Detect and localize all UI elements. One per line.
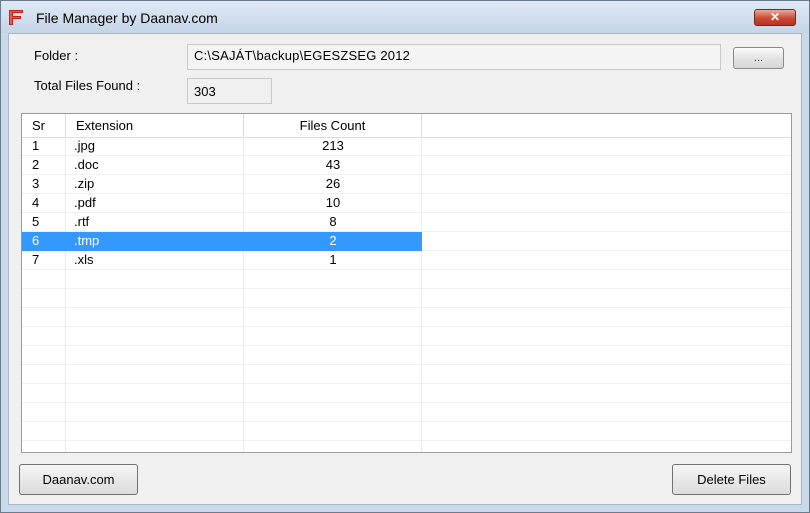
row-extension: .jpg	[74, 138, 95, 153]
row-sr: 3	[32, 176, 40, 191]
main-panel: Folder : C:\SAJÁT\backup\EGESZSEG 2012 .…	[8, 33, 802, 505]
list-header: Sr Extension Files Count	[22, 114, 791, 138]
grid-row-line	[22, 308, 791, 327]
app-window: File Manager by Daanav.com ✕ Folder : C:…	[0, 0, 810, 513]
row-files-count: 2	[329, 233, 337, 248]
grid-row-line	[22, 327, 791, 346]
column-header-empty	[422, 114, 791, 137]
browse-button[interactable]: ...	[733, 47, 784, 69]
grid-row-line	[22, 422, 791, 441]
grid-row-line	[22, 346, 791, 365]
row-extension: .tmp	[74, 233, 100, 248]
grid-row-line	[22, 441, 791, 452]
table-row[interactable]: 6 .tmp 2	[22, 232, 422, 251]
table-row[interactable]: 3 .zip 26	[22, 175, 422, 194]
list-rows: 1 .jpg 213 2 .doc 43 3 .zip 26 4 .pdf 10 5 .rtf 8 6 .tmp…	[22, 137, 422, 270]
total-files-label: Total Files Found :	[34, 78, 141, 93]
row-files-count: 43	[325, 157, 341, 172]
table-row[interactable]: 2 .doc 43	[22, 156, 422, 175]
row-files-count: 26	[325, 176, 341, 191]
row-extension: .xls	[74, 252, 94, 267]
row-extension: .rtf	[74, 214, 90, 229]
grid-row-line	[22, 384, 791, 403]
total-files-value: 303	[187, 78, 272, 104]
row-extension: .doc	[74, 157, 99, 172]
daanav-button[interactable]: Daanav.com	[19, 464, 138, 495]
window-title: File Manager by Daanav.com	[36, 10, 218, 26]
grid-row-line	[22, 403, 791, 422]
grid-row-line	[22, 365, 791, 384]
table-row[interactable]: 7 .xls 1	[22, 251, 422, 270]
folder-path-field[interactable]: C:\SAJÁT\backup\EGESZSEG 2012	[187, 44, 721, 70]
grid-row-line	[22, 289, 791, 308]
row-sr: 6	[32, 233, 40, 248]
row-files-count: 10	[325, 195, 341, 210]
table-row[interactable]: 1 .jpg 213	[22, 137, 422, 156]
row-sr: 7	[32, 252, 40, 267]
row-extension: .pdf	[74, 195, 96, 210]
row-sr: 1	[32, 138, 40, 153]
close-icon: ✕	[769, 10, 781, 24]
app-logo-icon	[9, 10, 23, 25]
row-sr: 4	[32, 195, 40, 210]
row-files-count: 8	[329, 214, 337, 229]
row-sr: 5	[32, 214, 40, 229]
table-row[interactable]: 4 .pdf 10	[22, 194, 422, 213]
table-row[interactable]: 5 .rtf 8	[22, 213, 422, 232]
title-bar[interactable]: File Manager by Daanav.com ✕	[1, 1, 809, 33]
column-header-extension[interactable]: Extension	[66, 114, 244, 137]
column-header-sr[interactable]: Sr	[22, 114, 66, 137]
grid-row-line	[22, 270, 791, 289]
file-extension-list[interactable]: Sr Extension Files Count 1 .jpg 213 2 .doc 43…	[21, 113, 792, 453]
row-sr: 2	[32, 157, 40, 172]
row-files-count: 1	[329, 252, 337, 267]
folder-label: Folder :	[34, 48, 79, 63]
close-button[interactable]: ✕	[754, 9, 796, 26]
delete-files-button[interactable]: Delete Files	[672, 464, 791, 495]
column-header-files-count[interactable]: Files Count	[244, 114, 422, 137]
row-extension: .zip	[74, 176, 95, 191]
row-files-count: 213	[322, 138, 344, 153]
